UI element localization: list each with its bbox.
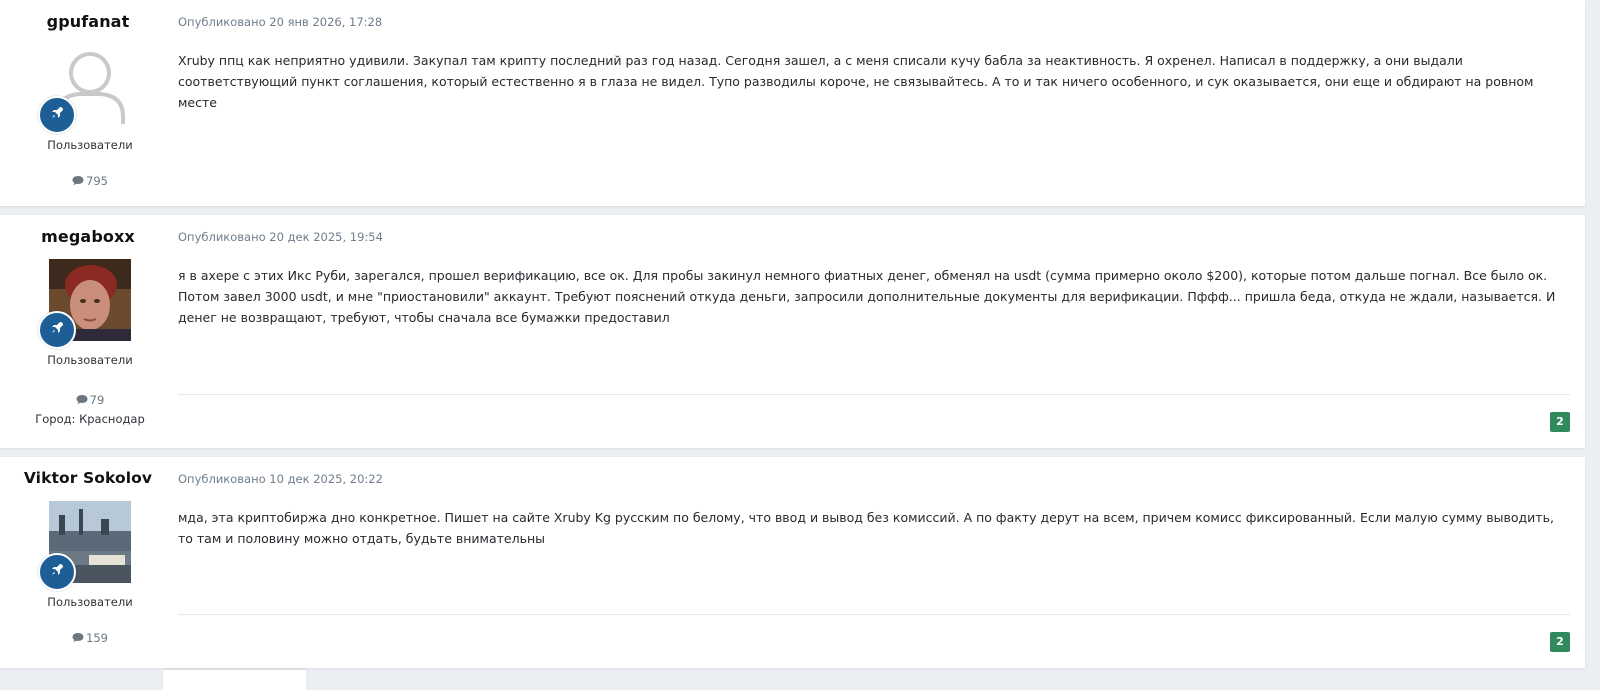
post-content: мда, эта криптобиржа дно конкретное. Пиш…: [178, 510, 1554, 546]
post-content: Xruby ппц как неприятно удивили. Закупал…: [178, 53, 1534, 110]
post-date[interactable]: Опубликовано 20 дек 2025, 19:54: [178, 230, 383, 244]
post-date[interactable]: Опубликовано 20 янв 2026, 17:28: [178, 15, 382, 29]
author-name-link[interactable]: Viktor Sokolov: [0, 469, 176, 487]
rank-badge: [38, 553, 76, 591]
post-divider: [178, 614, 1570, 615]
post-2: megaboxx Пользователи 79 Город: Краснода…: [0, 215, 1585, 448]
rocket-icon: [49, 562, 65, 582]
bottom-panel-tab: [163, 670, 306, 690]
post-count[interactable]: 795: [0, 174, 180, 188]
post-count-value: 79: [89, 393, 105, 407]
reaction-count-badge[interactable]: 2: [1550, 412, 1570, 432]
post-count[interactable]: 79: [0, 393, 180, 407]
comment-icon: [76, 393, 90, 407]
post-content: я в ахере с этих Икс Руби, зарегался, пр…: [178, 268, 1556, 325]
reaction-count-badge[interactable]: 2: [1550, 632, 1570, 652]
comment-icon: [72, 174, 86, 188]
post-1: gpufanat Пользователи 795 Опубликовано 2…: [0, 0, 1585, 206]
comment-icon: [72, 631, 86, 645]
user-city: Город: Краснодар: [35, 412, 145, 426]
rocket-icon: [49, 320, 65, 340]
user-group-label: Пользователи: [47, 595, 133, 609]
user-group-label: Пользователи: [47, 353, 133, 367]
user-group-label: Пользователи: [47, 138, 133, 152]
post-divider: [178, 394, 1570, 395]
post-date[interactable]: Опубликовано 10 дек 2025, 20:22: [178, 472, 383, 486]
author-name-link[interactable]: megaboxx: [0, 227, 176, 246]
post-count[interactable]: 159: [0, 631, 180, 645]
author-name-link[interactable]: gpufanat: [0, 12, 176, 31]
post-count-value: 795: [86, 174, 108, 188]
rocket-icon: [49, 105, 65, 125]
post-3: Viktor Sokolov Пользователи 159 Опублико…: [0, 457, 1585, 668]
post-count-value: 159: [86, 631, 108, 645]
rank-badge: [38, 96, 76, 134]
rank-badge: [38, 311, 76, 349]
